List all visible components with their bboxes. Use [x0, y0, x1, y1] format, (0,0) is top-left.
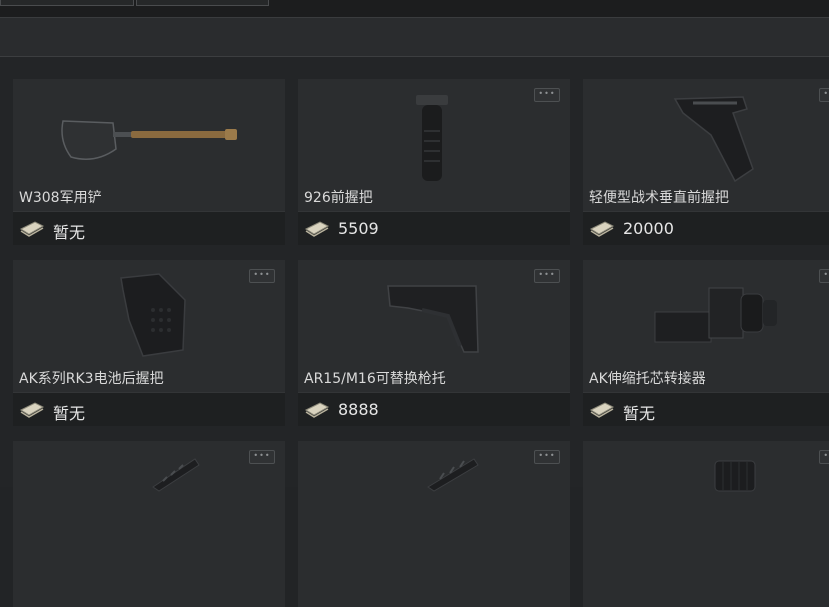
cash-icon: [19, 402, 45, 418]
item-name: AK系列RK3电池后握把: [19, 371, 164, 387]
item-card[interactable]: ••• 轻便型战术垂直前握把 20000: [583, 79, 829, 245]
more-options-button[interactable]: •••: [534, 269, 560, 283]
more-options-button[interactable]: •••: [249, 450, 275, 464]
item-card[interactable]: •••: [13, 441, 285, 607]
price-bar: 暂无: [583, 392, 829, 426]
item-grid: W308军用铲 暂无 ••• 926前握把 5509 • 轻便型战术垂直前握把 …: [0, 57, 829, 607]
item-price: 暂无: [53, 223, 86, 242]
item-name: W308军用铲: [19, 190, 102, 206]
item-name: AR15/M16可替换枪托: [304, 371, 446, 387]
price-bar: 暂无: [13, 392, 285, 426]
tactical-foregrip-icon: [673, 96, 754, 183]
shovel-icon: [61, 120, 237, 160]
more-options-button[interactable]: •••: [819, 88, 829, 102]
cash-icon: [304, 221, 330, 237]
item-name: 926前握把: [304, 190, 373, 206]
price-bar: 暂无: [13, 211, 285, 245]
item-card[interactable]: •••: [298, 441, 570, 607]
top-strip: [0, 0, 829, 18]
item-card[interactable]: ••• AR15/M16可替换枪托 8888: [298, 260, 570, 426]
rail-icon: [152, 458, 200, 492]
price-bar: 20000: [583, 211, 829, 245]
foregrip-icon: [416, 95, 448, 181]
price-bar: 5509: [298, 211, 570, 245]
item-price: 暂无: [623, 404, 656, 423]
item-card[interactable]: ••• 926前握把 5509: [298, 79, 570, 245]
item-price: 5509: [338, 219, 379, 238]
item-card[interactable]: ••• AK系列RK3电池后握把 暂无: [13, 260, 285, 426]
more-options-button[interactable]: •••: [819, 269, 829, 283]
pistol-grip-icon: [120, 273, 186, 357]
price-bar: 8888: [298, 392, 570, 426]
header-band: [0, 18, 829, 57]
stock-adapter-icon: [654, 287, 777, 343]
more-options-button[interactable]: •••: [249, 269, 275, 283]
item-price: 暂无: [53, 404, 86, 423]
item-name: 轻便型战术垂直前握把: [589, 190, 729, 206]
more-options-button[interactable]: •••: [819, 450, 829, 464]
cash-icon: [589, 221, 615, 237]
rail-mount-icon: [427, 458, 479, 492]
item-price: 8888: [338, 400, 379, 419]
item-card[interactable]: ••• AK伸缩托芯转接器 暂无: [583, 260, 829, 426]
top-tab-1[interactable]: [0, 0, 134, 6]
cash-icon: [19, 221, 45, 237]
top-tab-2[interactable]: [136, 0, 269, 6]
stock-icon: [387, 285, 479, 353]
part-icon: [714, 460, 756, 492]
item-price: 20000: [623, 219, 674, 238]
item-card[interactable]: •••: [583, 441, 829, 607]
item-card[interactable]: W308军用铲 暂无: [13, 79, 285, 245]
cash-icon: [304, 402, 330, 418]
more-options-button[interactable]: •••: [534, 450, 560, 464]
more-options-button[interactable]: •••: [534, 88, 560, 102]
cash-icon: [589, 402, 615, 418]
item-name: AK伸缩托芯转接器: [589, 371, 706, 387]
